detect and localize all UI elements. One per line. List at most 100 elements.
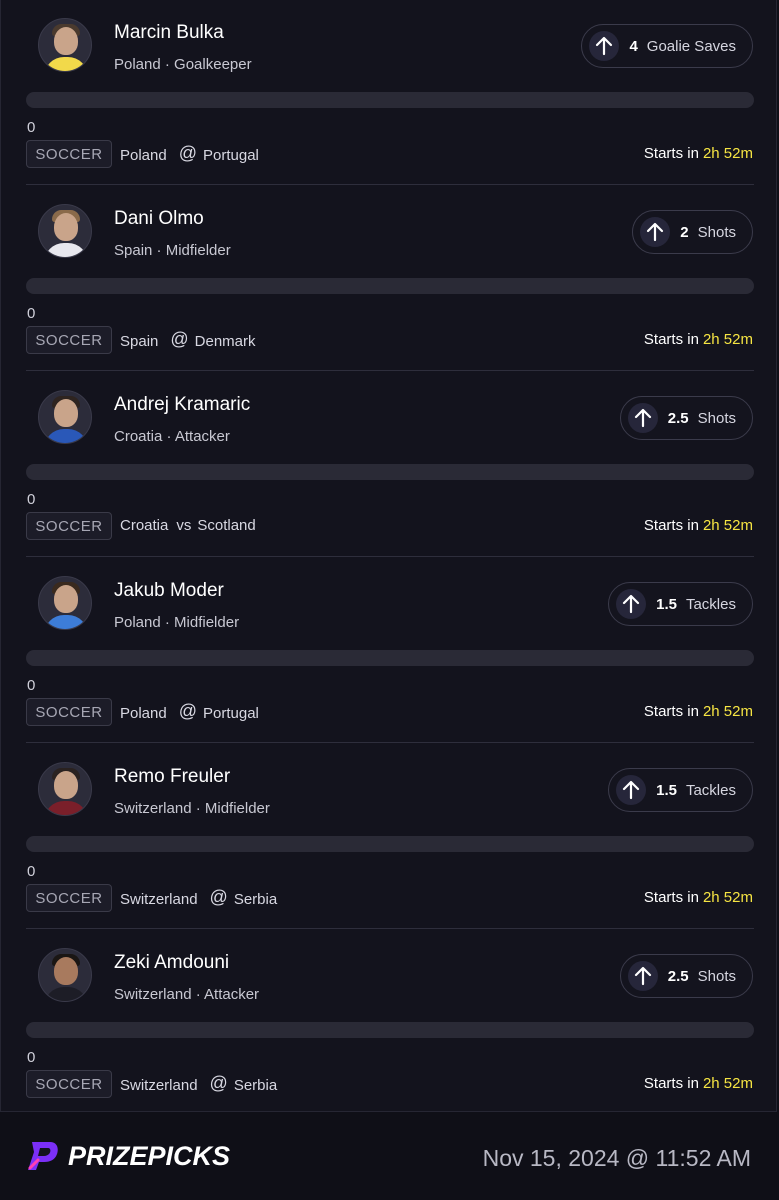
start-time: Starts in 2h 52m bbox=[644, 517, 753, 534]
projection-line: 2 bbox=[680, 223, 689, 241]
player-avatar bbox=[38, 18, 92, 72]
team-name: Croatia bbox=[120, 517, 169, 534]
sport-badge: SOCCER bbox=[26, 698, 112, 726]
starts-label: Starts in bbox=[643, 517, 699, 534]
progress-bar bbox=[26, 92, 754, 108]
starts-label: Starts in bbox=[643, 889, 699, 906]
player-name: Jakub Moder bbox=[114, 580, 224, 601]
picks-panel: Marcin Bulka Poland · Goalkeeper 4 Goali… bbox=[0, 0, 777, 1112]
projection-line: 2.5 bbox=[667, 409, 689, 427]
player-avatar bbox=[38, 390, 92, 444]
stat-type: Tackles bbox=[685, 781, 736, 799]
projection-line: 1.5 bbox=[656, 781, 677, 799]
brand-logo: PRIZEPICKS bbox=[26, 1138, 230, 1174]
projection-pill[interactable]: 1.5 Tackles bbox=[608, 582, 753, 626]
player-team-position: Poland · Midfielder bbox=[114, 614, 240, 631]
team-name: Switzerland bbox=[120, 1077, 198, 1094]
progress-value: 0 bbox=[27, 863, 36, 880]
player-avatar bbox=[38, 762, 92, 816]
pick-card[interactable]: Andrej Kramaric Croatia · Attacker 2.5 S… bbox=[1, 372, 778, 558]
player-avatar bbox=[38, 204, 92, 258]
matchup: Poland @ Portugal bbox=[120, 701, 259, 724]
starts-countdown: 2h 52m bbox=[702, 517, 753, 534]
team-name: Spain bbox=[120, 333, 159, 350]
progress-bar bbox=[26, 278, 754, 294]
matchup: Switzerland @ Serbia bbox=[120, 887, 278, 910]
projection-pill[interactable]: 4 Goalie Saves bbox=[581, 24, 753, 68]
player-team-position: Switzerland · Midfielder bbox=[114, 800, 270, 817]
divider bbox=[26, 184, 754, 185]
brand-name: PRIZEPICKS bbox=[68, 1140, 231, 1171]
sport-badge: SOCCER bbox=[26, 512, 112, 540]
start-time: Starts in 2h 52m bbox=[644, 889, 753, 906]
start-time: Starts in 2h 52m bbox=[644, 145, 753, 162]
projection-pill[interactable]: 1.5 Tackles bbox=[608, 768, 753, 812]
player-team-position: Poland · Goalkeeper bbox=[114, 56, 252, 73]
opponent-name: Portugal bbox=[203, 147, 259, 164]
player-avatar bbox=[38, 948, 92, 1002]
pick-card[interactable]: Jakub Moder Poland · Midfielder 1.5 Tack… bbox=[1, 558, 778, 744]
player-team-position: Spain · Midfielder bbox=[114, 242, 231, 259]
player-team-position: Croatia · Attacker bbox=[114, 428, 230, 445]
screenshot-timestamp: Nov 15, 2024 @ 11:52 AM bbox=[482, 1145, 751, 1171]
matchup: Croatia vs Scotland bbox=[120, 517, 256, 534]
progress-bar bbox=[26, 464, 754, 480]
stat-type: Goalie Saves bbox=[646, 37, 736, 55]
opponent-name: Serbia bbox=[233, 891, 278, 908]
opponent-name: Serbia bbox=[233, 1077, 278, 1094]
matchup: Spain @ Denmark bbox=[120, 329, 256, 352]
opponent-name: Portugal bbox=[203, 705, 259, 722]
player-name: Marcin Bulka bbox=[114, 22, 224, 43]
divider bbox=[26, 928, 754, 929]
connector: @ bbox=[178, 143, 197, 163]
divider bbox=[26, 556, 754, 557]
divider bbox=[26, 742, 754, 743]
progress-bar bbox=[26, 650, 754, 666]
arrow-up-icon bbox=[616, 775, 647, 805]
matchup: Switzerland @ Serbia bbox=[120, 1073, 278, 1096]
arrow-up-icon bbox=[640, 217, 671, 247]
projection-pill[interactable]: 2.5 Shots bbox=[619, 396, 753, 440]
stat-type: Tackles bbox=[685, 595, 736, 613]
connector: @ bbox=[170, 329, 189, 349]
player-name: Zeki Amdouni bbox=[114, 952, 230, 973]
matchup: Poland @ Portugal bbox=[120, 143, 259, 166]
projection-pill[interactable]: 2.5 Shots bbox=[619, 954, 753, 998]
arrow-up-icon bbox=[627, 961, 658, 991]
progress-value: 0 bbox=[27, 491, 36, 508]
progress-value: 0 bbox=[27, 1049, 36, 1066]
starts-countdown: 2h 52m bbox=[702, 1075, 753, 1092]
sport-badge: SOCCER bbox=[26, 140, 112, 168]
starts-label: Starts in bbox=[643, 1075, 699, 1092]
stat-type: Shots bbox=[697, 967, 736, 985]
stat-type: Shots bbox=[697, 223, 736, 241]
starts-label: Starts in bbox=[643, 331, 699, 348]
player-team-position: Switzerland · Attacker bbox=[114, 986, 260, 1003]
arrow-up-icon bbox=[627, 403, 658, 433]
sport-badge: SOCCER bbox=[26, 884, 112, 912]
divider bbox=[26, 370, 754, 371]
projection-pill[interactable]: 2 Shots bbox=[632, 210, 753, 254]
prizepicks-logo-icon bbox=[28, 1142, 58, 1170]
pick-card[interactable]: Remo Freuler Switzerland · Midfielder 1.… bbox=[1, 744, 778, 930]
starts-countdown: 2h 52m bbox=[702, 703, 753, 720]
projection-line: 1.5 bbox=[656, 595, 677, 613]
pick-card[interactable]: Dani Olmo Spain · Midfielder 2 Shots 0 S… bbox=[1, 186, 778, 372]
stat-type: Shots bbox=[697, 409, 736, 427]
player-name: Remo Freuler bbox=[114, 766, 231, 787]
player-name: Dani Olmo bbox=[114, 208, 204, 229]
opponent-name: Scotland bbox=[197, 517, 256, 534]
pick-card[interactable]: Marcin Bulka Poland · Goalkeeper 4 Goali… bbox=[1, 0, 778, 186]
starts-countdown: 2h 52m bbox=[702, 145, 753, 162]
projection-line: 4 bbox=[629, 37, 638, 55]
sport-badge: SOCCER bbox=[26, 1070, 112, 1098]
team-name: Poland bbox=[120, 705, 167, 722]
starts-label: Starts in bbox=[643, 145, 699, 162]
sport-badge: SOCCER bbox=[26, 326, 112, 354]
start-time: Starts in 2h 52m bbox=[644, 331, 753, 348]
progress-bar bbox=[26, 1022, 754, 1038]
pick-card[interactable]: Zeki Amdouni Switzerland · Attacker 2.5 … bbox=[1, 930, 778, 1116]
connector: @ bbox=[209, 887, 228, 907]
starts-countdown: 2h 52m bbox=[702, 889, 753, 906]
progress-value: 0 bbox=[27, 119, 36, 136]
